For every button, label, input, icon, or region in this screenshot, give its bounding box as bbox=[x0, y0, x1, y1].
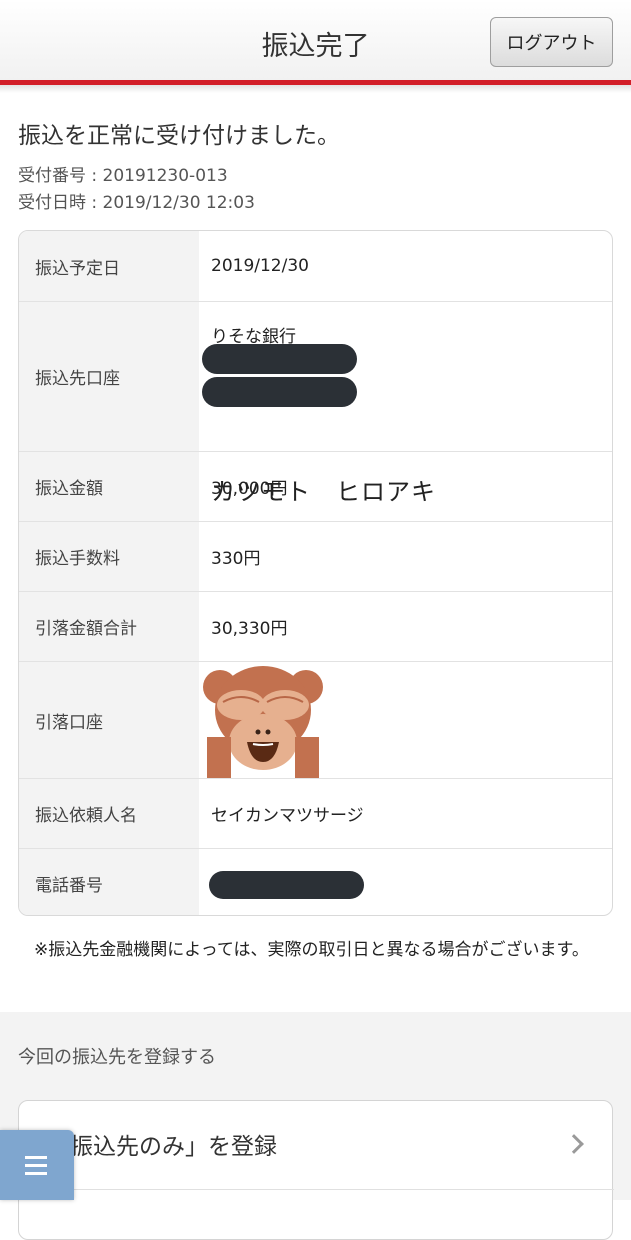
register-heading: 今回の振込先を登録する bbox=[18, 1047, 216, 1068]
row-scheduled-date: 振込予定日 2019/12/30 bbox=[19, 231, 612, 301]
row-value: 330円 bbox=[211, 549, 261, 569]
menu-button[interactable] bbox=[0, 1130, 74, 1200]
row-destination-account: 振込先口座 りそな銀行 カツモト ヒロアキ bbox=[19, 301, 612, 506]
logout-button[interactable]: ログアウト bbox=[490, 17, 613, 67]
completion-message: 振込を正常に受け付けました。 bbox=[18, 123, 340, 149]
notice-text: ※振込先金融機関によっては、実際の取引日と異なる場合がございます。 bbox=[34, 940, 589, 960]
hamburger-icon-bar bbox=[25, 1172, 47, 1175]
redacted-phone-number bbox=[209, 871, 364, 899]
divider bbox=[19, 1189, 614, 1190]
register-destination-only-label: 「振込先のみ」を登録 bbox=[47, 1134, 277, 1160]
chevron-right-icon bbox=[564, 1134, 584, 1154]
redacted-branch bbox=[202, 344, 357, 374]
row-label: 振込金額 bbox=[19, 452, 199, 521]
header-shadow bbox=[0, 85, 631, 93]
row-debit-account: 引落口座 bbox=[19, 661, 612, 779]
receipt-number: 受付番号 : 20191230-013 bbox=[18, 166, 228, 186]
row-label: 振込予定日 bbox=[19, 231, 199, 301]
transfer-details-table: 振込予定日 2019/12/30 振込先口座 りそな銀行 カツモト ヒロアキ 振… bbox=[18, 230, 613, 916]
row-phone: 電話番号 bbox=[19, 848, 612, 915]
row-value: セイカンマツサージ bbox=[211, 806, 364, 826]
row-label: 振込先口座 bbox=[19, 302, 199, 451]
row-total-debit: 引落金額合計 30,330円 bbox=[19, 591, 612, 661]
hamburger-icon-bar bbox=[25, 1164, 47, 1167]
row-label: 引落口座 bbox=[19, 662, 199, 778]
row-label: 振込手数料 bbox=[19, 522, 199, 591]
receipt-datetime: 受付日時 : 2019/12/30 12:03 bbox=[18, 193, 255, 213]
redacted-account-number bbox=[202, 377, 357, 407]
register-option-card[interactable]: 「振込先のみ」を登録 bbox=[18, 1100, 614, 1240]
row-value: 30,330円 bbox=[211, 619, 288, 639]
hamburger-icon bbox=[25, 1156, 47, 1159]
row-value: 30,000円 bbox=[211, 479, 288, 499]
row-label: 電話番号 bbox=[19, 849, 199, 915]
row-label: 振込依頼人名 bbox=[19, 779, 199, 848]
row-value: 2019/12/30 bbox=[211, 256, 309, 276]
row-amount: 振込金額 30,000円 bbox=[19, 451, 612, 521]
row-fee: 振込手数料 330円 bbox=[19, 521, 612, 591]
row-requester-name: 振込依頼人名 セイカンマツサージ bbox=[19, 778, 612, 848]
see-no-evil-monkey-icon bbox=[203, 666, 323, 779]
app-header: 振込完了 ログアウト bbox=[0, 0, 631, 80]
row-label: 引落金額合計 bbox=[19, 592, 199, 661]
